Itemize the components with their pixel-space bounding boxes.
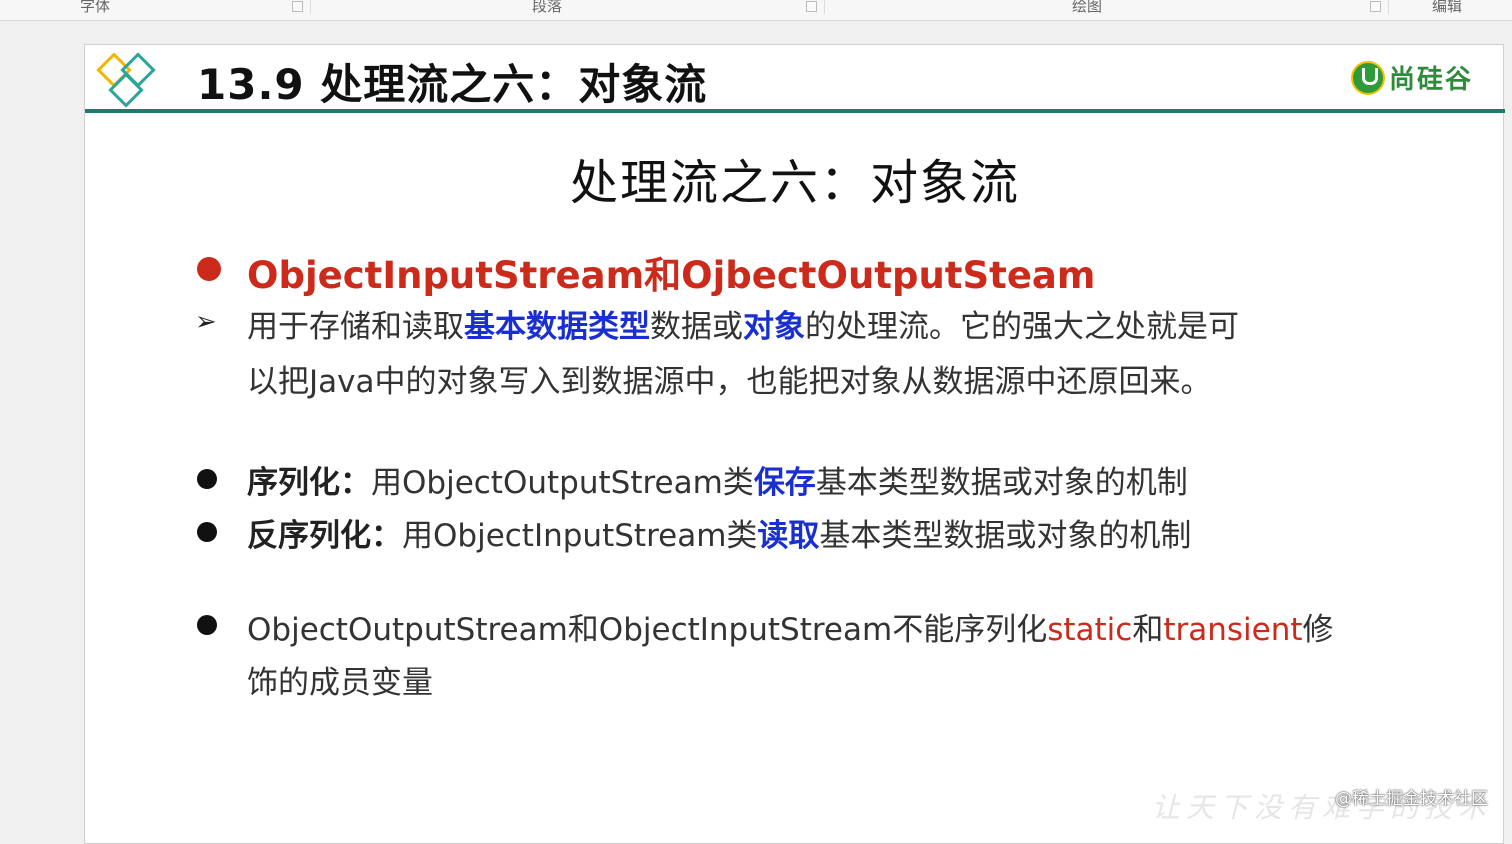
emphasis-primitive-types: 基本数据类型 — [464, 309, 650, 345]
text-span: 用ObjectInputStream类 — [402, 518, 758, 554]
paragraph-dialog-launcher-icon[interactable] — [806, 1, 817, 12]
emphasis-transient: transient — [1163, 612, 1303, 648]
diamond-logo-icon — [96, 52, 156, 108]
note-line-2: 饰的成员变量 — [247, 665, 433, 701]
brand-name: 尚硅谷 — [1388, 65, 1473, 95]
note-line-1: ObjectOutputStream和ObjectInputStream不能序列… — [247, 604, 1334, 649]
serialization-label: 序列化： — [247, 465, 371, 501]
ribbon-separator — [1388, 0, 1389, 14]
bullet-dot-icon — [197, 469, 217, 489]
ribbon-group-paragraph[interactable]: 段落 — [532, 0, 562, 16]
text-span: 的处理流。它的强大之处就是可 — [805, 309, 1239, 345]
brand-logo: 尚硅谷 — [1350, 59, 1473, 96]
ribbon-group-font[interactable]: 字体 — [80, 0, 110, 16]
emphasis-read: 读取 — [757, 518, 820, 554]
slide-title: 处理流之六：对象流 — [569, 155, 1020, 211]
header-title: 13.9 处理流之六：对象流 — [197, 60, 708, 109]
text-span: 基本类型数据或对象的机制 — [819, 518, 1192, 554]
deserialization-line: 反序列化：用ObjectInputStream类读取基本类型数据或对象的机制 — [247, 510, 1191, 555]
ribbon-separator — [310, 0, 311, 14]
section-heading: ObjectInputStream和OjbectOutputSteam — [247, 254, 1096, 297]
text-span: 修 — [1302, 612, 1334, 648]
ribbon-separator — [824, 0, 825, 14]
bullet-dot-icon — [197, 615, 217, 635]
ribbon-strip: 字体 段落 绘图 编辑 — [0, 0, 1512, 21]
ribbon-group-editing[interactable]: 编辑 — [1432, 0, 1462, 16]
bullet-dot-icon — [197, 257, 221, 281]
deserialization-label: 反序列化： — [247, 518, 402, 554]
paragraph-line-2: 以把Java中的对象写入到数据源中，也能把对象从数据源中还原回来。 — [247, 364, 1212, 400]
text-span: 用于存储和读取 — [247, 309, 464, 345]
brand-u-icon — [1350, 60, 1385, 95]
text-span: 和 — [1132, 612, 1164, 648]
bullet-dot-icon — [197, 522, 217, 542]
site-watermark: @稀土掘金技术社区 — [1335, 789, 1488, 809]
drawing-dialog-launcher-icon[interactable] — [1370, 1, 1381, 12]
paragraph-line-1: 用于存储和读取基本数据类型数据或对象的处理流。它的强大之处就是可 — [247, 301, 1239, 346]
ribbon-group-drawing[interactable]: 绘图 — [1072, 0, 1102, 16]
arrow-bullet-icon: ➢ — [195, 307, 217, 337]
emphasis-static: static — [1047, 612, 1133, 648]
header-divider — [85, 109, 1505, 113]
text-span: 用ObjectOutputStream类 — [371, 465, 754, 501]
font-dialog-launcher-icon[interactable] — [292, 1, 303, 12]
emphasis-save: 保存 — [753, 465, 816, 501]
text-span: 基本类型数据或对象的机制 — [815, 465, 1188, 501]
text-span: ObjectOutputStream和ObjectInputStream不能序列… — [247, 612, 1048, 648]
text-span: 数据或 — [650, 309, 743, 345]
serialization-line: 序列化：用ObjectOutputStream类保存基本类型数据或对象的机制 — [247, 457, 1188, 502]
slide-canvas[interactable]: 13.9 处理流之六：对象流 尚硅谷 处理流之六：对象流 ObjectInput… — [84, 44, 1505, 844]
emphasis-object: 对象 — [743, 309, 805, 345]
